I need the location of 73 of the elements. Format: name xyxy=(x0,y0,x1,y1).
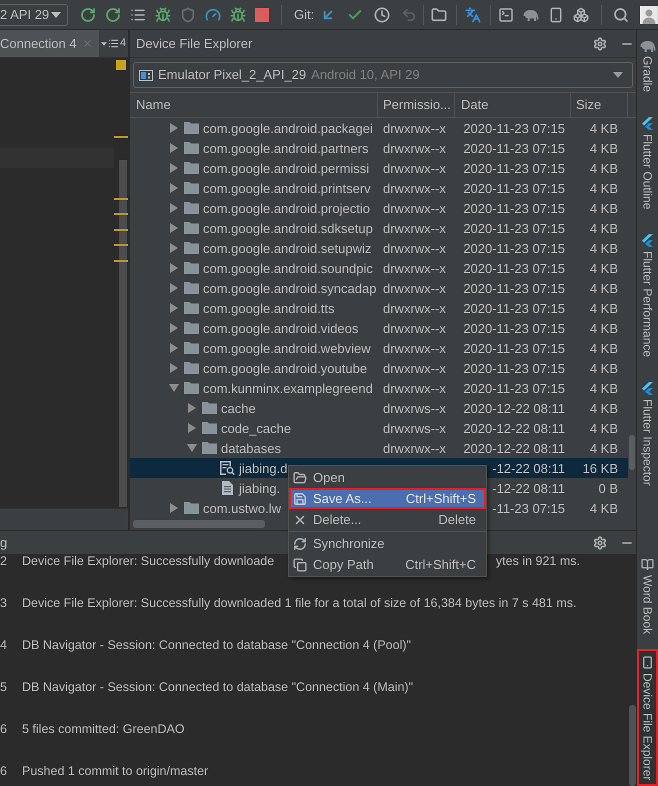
permissions-text: drwxrwx--x xyxy=(383,220,446,236)
permissions-text: drwxrwx--x xyxy=(383,160,446,176)
date-text: 2020-11-23 07:15 xyxy=(463,180,565,196)
log-time: 2 xyxy=(0,554,8,569)
date-text: 2020-11-23 07:15 xyxy=(463,120,565,136)
size-text: 4 KB xyxy=(590,380,618,396)
size-text: 4 KB xyxy=(590,240,618,256)
log-message: ytes in 921 ms. xyxy=(496,554,580,569)
permissions-text: drwxrwx--x xyxy=(383,260,446,276)
log-message: 5 files committed: GreenDAO xyxy=(22,722,185,737)
permissions-text: drwxrwx--x xyxy=(383,300,446,316)
date-text: -11-23 07:15 xyxy=(492,500,565,516)
size-text: 4 KB xyxy=(590,260,618,276)
permissions-text: drwxrwx--x xyxy=(383,120,446,136)
date-text: -12-22 08:11 xyxy=(492,480,565,496)
size-text: 4 KB xyxy=(590,140,618,156)
date-text: 2020-11-23 07:15 xyxy=(463,160,565,176)
date-text: 2020-11-23 07:15 xyxy=(463,300,565,316)
log-time: 3 xyxy=(0,596,8,611)
date-text: 2020-11-23 07:15 xyxy=(463,140,565,156)
permissions-text: drwxrwx--x xyxy=(383,240,446,256)
git-label: Git: xyxy=(294,6,314,24)
date-text: 2020-11-23 07:15 xyxy=(463,220,565,236)
log-time: 6 xyxy=(0,764,8,779)
permissions-text: drwxrwx--x xyxy=(383,280,446,296)
size-text: 4 KB xyxy=(590,280,618,296)
log-message: Device File Explorer: Successfully downloaded 1 file for a total of size of 16,384 bytes in 7 s 481 ms. xyxy=(22,596,576,611)
date-text: 2020-12-22 08:11 xyxy=(463,420,565,436)
permissions-text: drwxrwx--x xyxy=(383,440,446,456)
date-text: 2020-11-23 07:15 xyxy=(463,360,565,376)
size-text: 4 KB xyxy=(590,440,618,456)
size-text: 4 KB xyxy=(590,400,618,416)
size-text: 4 KB xyxy=(590,200,618,216)
permissions-text: drwxrws--x xyxy=(383,420,446,436)
permissions-text: drwxrwx--x xyxy=(383,340,446,356)
size-text: 4 KB xyxy=(590,220,618,236)
log-time: 4 xyxy=(0,638,8,653)
date-text: -12-22 08:11 xyxy=(492,460,565,476)
date-text: 2020-11-23 07:15 xyxy=(463,320,565,336)
size-text: 4 KB xyxy=(590,160,618,176)
size-text: 4 KB xyxy=(590,300,618,316)
date-text: 2020-11-23 07:15 xyxy=(463,380,565,396)
log-time: 5 xyxy=(0,680,8,695)
log-time: 6 xyxy=(0,722,8,737)
size-text: 4 KB xyxy=(590,500,618,516)
size-text: 4 KB xyxy=(590,340,618,356)
date-text: 2020-12-22 08:11 xyxy=(463,400,565,416)
log-message: DB Navigator - Session: Connected to database "Connection 4 (Main)" xyxy=(22,680,414,695)
date-text: 2020-11-23 07:15 xyxy=(463,240,565,256)
permissions-text: drwxrwx--x xyxy=(383,360,446,376)
size-text: 0 B xyxy=(598,480,618,496)
size-text: 16 KB xyxy=(582,460,618,476)
log-message: Pushed 1 commit to origin/master xyxy=(22,764,208,779)
date-text: 2020-11-23 07:15 xyxy=(463,340,565,356)
panel-title: g xyxy=(0,534,8,552)
size-text: 4 KB xyxy=(590,120,618,136)
permissions-text: drwxrws--x xyxy=(383,400,446,416)
date-text: 2020-11-23 07:15 xyxy=(463,200,565,216)
log-message: Device File Explorer: Successfully downloade xyxy=(22,554,274,569)
date-text: 2020-12-22 08:11 xyxy=(463,440,565,456)
panel-title: Device File Explorer xyxy=(136,34,252,53)
date-text: 2020-11-23 07:15 xyxy=(463,280,565,296)
log-message: DB Navigator - Session: Connected to database "Connection 4 (Pool)" xyxy=(22,638,411,653)
permissions-text: drwxrwx--x xyxy=(383,320,446,336)
permissions-text: drwxrwx--x xyxy=(383,380,446,396)
permissions-text: drwxrwx--x xyxy=(383,180,446,196)
size-text: 4 KB xyxy=(590,420,618,436)
size-text: 4 KB xyxy=(590,320,618,336)
size-text: 4 KB xyxy=(590,180,618,196)
permissions-text: drwxrwx--x xyxy=(383,200,446,216)
permissions-text: drwxrwx--x xyxy=(383,140,446,156)
date-text: 2020-11-23 07:15 xyxy=(463,260,565,276)
size-text: 4 KB xyxy=(590,360,618,376)
